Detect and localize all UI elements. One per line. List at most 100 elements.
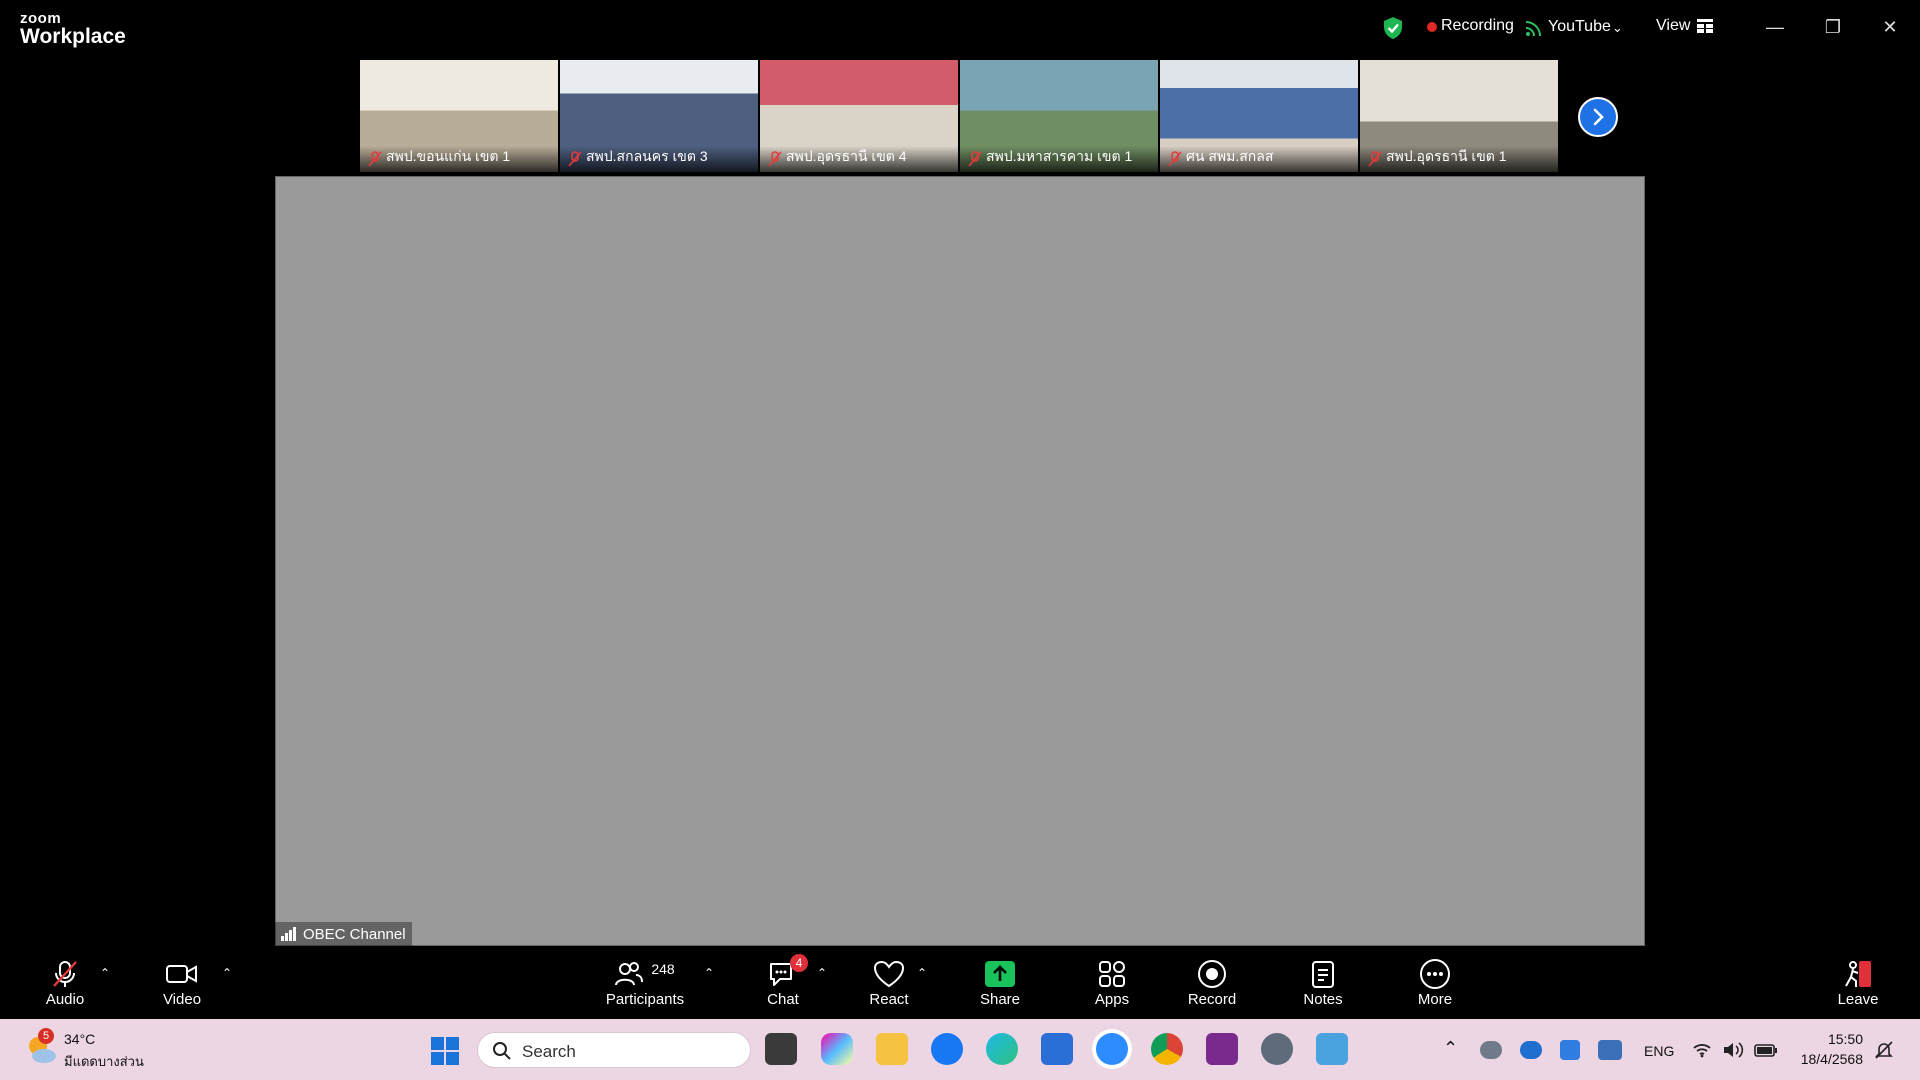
active-speaker-video[interactable]: OBEC Channel (275, 176, 1645, 946)
close-button[interactable]: ✕ (1870, 10, 1910, 44)
chevron-right-icon (1593, 108, 1604, 126)
muted-mic-icon (768, 151, 782, 167)
weather-widget[interactable]: 5 (24, 1028, 58, 1066)
participant-name: สพป.สกลนคร เขต 3 (586, 148, 708, 164)
participant-name: สพป.อุดรธานี เขต 4 (786, 148, 907, 164)
chat-button[interactable]: 4 Chat (758, 946, 808, 1019)
speaker-video-frame (275, 176, 1645, 946)
muted-mic-icon (568, 151, 582, 167)
zoom-app-icon[interactable] (1096, 1033, 1128, 1065)
record-button[interactable]: Record (1187, 946, 1237, 1019)
input-tool-icon[interactable] (1598, 1040, 1622, 1060)
settings-gear-icon[interactable] (1261, 1033, 1293, 1065)
notes-button[interactable]: Notes (1298, 946, 1348, 1019)
encryption-shield-icon[interactable] (1382, 16, 1404, 40)
participants-button[interactable]: 248 Participants (602, 946, 688, 1019)
notes-icon (1312, 961, 1334, 988)
live-stream-button[interactable]: YouTube (1548, 18, 1611, 36)
video-options-caret-icon[interactable]: ⌃ (222, 966, 232, 980)
clock-date[interactable]: 18/4/2568 (1786, 1051, 1863, 1067)
audio-button[interactable]: Audio (40, 946, 90, 1019)
gallery-next-button[interactable] (1578, 97, 1618, 137)
video-camera-icon (166, 965, 197, 983)
tray-overflow-chevron-icon[interactable]: ⌃ (1443, 1038, 1458, 1059)
apps-label: Apps (1094, 991, 1130, 1008)
battery-icon[interactable] (1754, 1042, 1778, 1058)
participant-tile[interactable]: สพป.ขอนแก่น เขต 1 (360, 60, 558, 172)
taskbar-search-box[interactable]: Search (477, 1032, 751, 1068)
edge-browser-icon[interactable] (986, 1033, 1018, 1065)
recording-indicator[interactable]: Recording (1441, 17, 1514, 35)
signal-strength-icon (281, 927, 296, 941)
clock-time[interactable]: 15:50 (1813, 1031, 1863, 1047)
restore-button[interactable]: ❐ (1813, 10, 1853, 44)
language-indicator[interactable]: ENG (1644, 1043, 1674, 1059)
muted-mic-icon (368, 151, 382, 167)
onedrive-cloud-icon[interactable] (1520, 1041, 1542, 1059)
react-button[interactable]: React (864, 946, 914, 1019)
chrome-browser-icon[interactable] (1151, 1033, 1183, 1065)
participants-icon (615, 962, 644, 986)
minimize-button[interactable]: — (1755, 10, 1795, 44)
wifi-icon[interactable] (1692, 1042, 1712, 1058)
react-caret-icon[interactable]: ⌃ (917, 966, 927, 980)
more-label: More (1417, 991, 1453, 1008)
muted-mic-icon (53, 961, 77, 987)
audio-label: Audio (45, 991, 85, 1008)
notes-label: Notes (1303, 991, 1343, 1008)
participant-tile[interactable]: สพป.สกลนคร เขต 3 (560, 60, 758, 172)
participant-name: ศน สพม.สกลส (1186, 148, 1274, 164)
participant-name: สพป.มหาสารคาม เขต 1 (986, 148, 1133, 164)
leave-button[interactable]: Leave (1833, 946, 1883, 1019)
participant-tile[interactable]: ศน สพม.สกลส (1160, 60, 1358, 172)
windows-start-icon[interactable] (430, 1036, 460, 1066)
apps-button[interactable]: Apps (1087, 946, 1137, 1019)
participants-caret-icon[interactable]: ⌃ (704, 966, 714, 980)
more-button[interactable]: More (1410, 946, 1460, 1019)
notification-bell-icon[interactable] (1874, 1040, 1894, 1060)
weather-description: มีแดดบางส่วน (64, 1054, 144, 1069)
participant-name: สพป.อุดรธานี เขต 1 (1386, 148, 1507, 164)
share-button[interactable]: Share (975, 946, 1025, 1019)
chat-label: Chat (767, 991, 799, 1008)
video-label: Video (162, 991, 202, 1008)
video-button[interactable]: Video (157, 946, 207, 1019)
participant-tile[interactable]: สพป.มหาสารคาม เขต 1 (960, 60, 1158, 172)
microsoft-store-icon[interactable] (1041, 1033, 1073, 1065)
apps-icon (1099, 961, 1125, 987)
copilot-icon[interactable] (821, 1033, 853, 1065)
notepad-icon[interactable] (1316, 1033, 1348, 1065)
chevron-down-icon[interactable]: ⌄ (1612, 20, 1623, 36)
grid-view-icon[interactable] (1697, 19, 1713, 33)
weather-temperature: 34°C (64, 1031, 96, 1047)
muted-mic-icon (1368, 151, 1382, 167)
recording-dot-icon (1427, 22, 1437, 32)
pdf-editor-icon[interactable] (1206, 1033, 1238, 1065)
speaker-name: OBEC Channel (303, 925, 406, 943)
onedrive-error-icon[interactable] (1480, 1041, 1502, 1059)
facebook-icon[interactable] (931, 1033, 963, 1065)
heart-icon (873, 960, 905, 988)
live-stream-icon (1525, 21, 1541, 37)
app-title: Workplace (20, 25, 126, 48)
weather-badge: 5 (38, 1028, 54, 1044)
participant-tile[interactable]: สพป.อุดรธานี เขต 4 (760, 60, 958, 172)
task-view-icon[interactable] (765, 1033, 797, 1065)
chat-unread-badge: 4 (790, 954, 808, 972)
participant-name: สพป.ขอนแก่น เขต 1 (386, 148, 511, 164)
view-button[interactable]: View (1656, 17, 1690, 35)
more-icon (1420, 959, 1450, 989)
share-label: Share (979, 991, 1021, 1008)
audio-options-caret-icon[interactable]: ⌃ (100, 966, 110, 980)
search-placeholder: Search (522, 1042, 576, 1061)
participant-tile[interactable]: สพป.อุดรธานี เขต 1 (1360, 60, 1558, 172)
title-bar: zoom Workplace Recording YouTube ⌄ View … (0, 0, 1920, 56)
defender-shield-icon[interactable] (1560, 1040, 1580, 1060)
file-explorer-icon[interactable] (876, 1033, 908, 1065)
chat-caret-icon[interactable]: ⌃ (817, 966, 827, 980)
react-label: React (869, 991, 909, 1008)
record-icon (1198, 960, 1226, 988)
leave-label: Leave (1837, 991, 1879, 1008)
speaker-name-tag: OBEC Channel (275, 922, 412, 946)
volume-icon[interactable] (1722, 1041, 1744, 1059)
